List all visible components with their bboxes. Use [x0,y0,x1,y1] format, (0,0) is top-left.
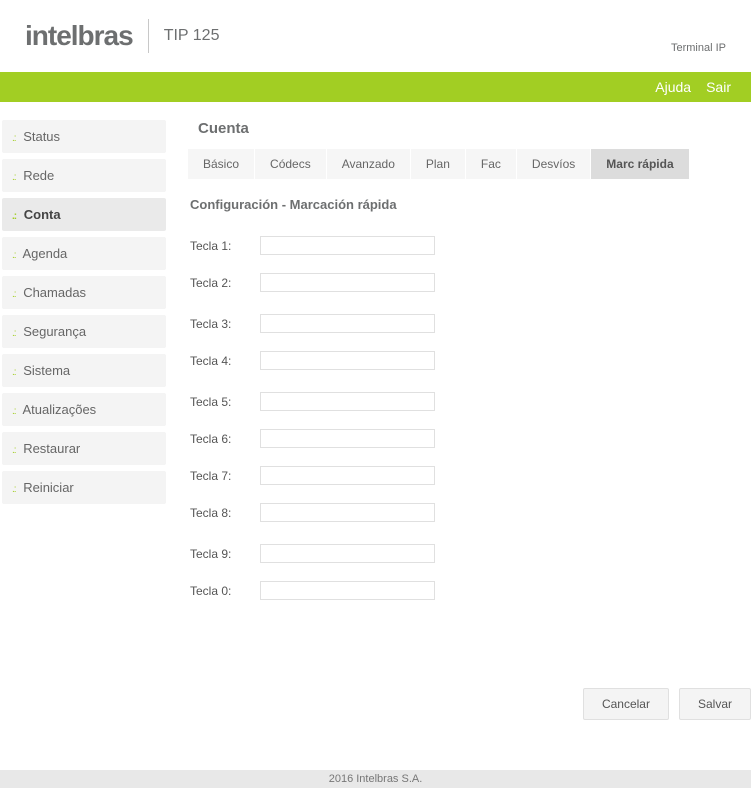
sidebar-item-conta[interactable]: .: Conta [2,198,166,231]
sidebar-item-label: Sistema [23,363,70,378]
sidebar-item-reiniciar[interactable]: .: Reiniciar [2,471,166,504]
input-tecla-8[interactable] [260,503,435,522]
terminal-ip-label: Terminal IP [671,42,726,54]
bullet-icon: .: [12,328,16,339]
sidebar-item-label: Rede [23,168,54,183]
bullet-icon: .: [12,406,16,417]
label-tecla-0: Tecla 0: [190,584,260,598]
label-tecla-2: Tecla 2: [190,276,260,290]
sidebar: .: Status .: Rede .: Conta .: Agenda .: … [0,102,168,770]
form-row-tecla-4: Tecla 4: [190,351,751,370]
tab-desvios[interactable]: Desvíos [517,149,591,179]
bullet-icon: .: [12,367,16,378]
logout-link[interactable]: Sair [706,79,731,95]
tab-plan[interactable]: Plan [411,149,466,179]
form-row-tecla-2: Tecla 2: [190,273,751,292]
page-title: Cuenta [198,120,751,137]
button-row: Cancelar Salvar [583,688,751,720]
sidebar-item-restaurar[interactable]: .: Restaurar [2,432,166,465]
input-tecla-5[interactable] [260,392,435,411]
input-tecla-1[interactable] [260,236,435,255]
header-left: intelbras TIP 125 [25,19,219,53]
tab-basico[interactable]: Básico [188,149,255,179]
label-tecla-8: Tecla 8: [190,506,260,520]
help-link[interactable]: Ajuda [655,79,691,95]
label-tecla-9: Tecla 9: [190,547,260,561]
bullet-icon: .: [12,250,16,261]
content-area: Cuenta Básico Códecs Avanzado Plan Fac D… [168,102,751,770]
model-prefix: TIP [164,27,189,44]
sidebar-item-rede[interactable]: .: Rede [2,159,166,192]
cancel-button[interactable]: Cancelar [583,688,669,720]
footer: 2016 Intelbras S.A. [0,770,751,788]
form-row-tecla-6: Tecla 6: [190,429,751,448]
bullet-icon: .: [12,211,16,222]
tab-avanzado[interactable]: Avanzado [327,149,411,179]
input-tecla-0[interactable] [260,581,435,600]
label-tecla-7: Tecla 7: [190,469,260,483]
tab-marc-rapida[interactable]: Marc rápida [591,149,689,179]
bullet-icon: .: [12,289,16,300]
save-button[interactable]: Salvar [679,688,751,720]
sidebar-item-chamadas[interactable]: .: Chamadas [2,276,166,309]
section-title: Configuración - Marcación rápida [190,197,751,212]
model-label: TIP 125 [164,27,220,45]
input-tecla-4[interactable] [260,351,435,370]
top-bar: Ajuda Sair [0,72,751,102]
label-tecla-5: Tecla 5: [190,395,260,409]
tab-codecs[interactable]: Códecs [255,149,327,179]
tab-fac[interactable]: Fac [466,149,517,179]
form-row-tecla-1: Tecla 1: [190,236,751,255]
label-tecla-6: Tecla 6: [190,432,260,446]
sidebar-item-label: Segurança [23,324,86,339]
sidebar-item-label: Atualizações [22,402,96,417]
form-row-tecla-8: Tecla 8: [190,503,751,522]
bullet-icon: .: [12,445,16,456]
sidebar-item-label: Reiniciar [23,480,74,495]
label-tecla-1: Tecla 1: [190,239,260,253]
sidebar-item-label: Conta [24,207,61,222]
label-tecla-4: Tecla 4: [190,354,260,368]
header-divider [148,19,149,53]
main-container: .: Status .: Rede .: Conta .: Agenda .: … [0,102,751,770]
header: intelbras TIP 125 Terminal IP [0,0,751,72]
sidebar-item-seguranca[interactable]: .: Segurança [2,315,166,348]
logo: intelbras [25,20,133,52]
sidebar-item-label: Status [23,129,60,144]
input-tecla-9[interactable] [260,544,435,563]
sidebar-item-agenda[interactable]: .: Agenda [2,237,166,270]
sidebar-item-label: Chamadas [23,285,86,300]
sidebar-item-label: Agenda [22,246,67,261]
form-row-tecla-9: Tecla 9: [190,544,751,563]
sidebar-item-atualizacoes[interactable]: .: Atualizações [2,393,166,426]
label-tecla-3: Tecla 3: [190,317,260,331]
input-tecla-7[interactable] [260,466,435,485]
form-row-tecla-3: Tecla 3: [190,314,751,333]
sidebar-item-label: Restaurar [23,441,80,456]
bullet-icon: .: [12,133,16,144]
sidebar-item-status[interactable]: .: Status [2,120,166,153]
sidebar-item-sistema[interactable]: .: Sistema [2,354,166,387]
bullet-icon: .: [12,484,16,495]
form-row-tecla-0: Tecla 0: [190,581,751,600]
form-row-tecla-5: Tecla 5: [190,392,751,411]
form-rows: Tecla 1: Tecla 2: Tecla 3: Tecla 4: Tecl… [190,236,751,600]
model-suffix: 125 [193,27,220,44]
input-tecla-2[interactable] [260,273,435,292]
bullet-icon: .: [12,172,16,183]
input-tecla-6[interactable] [260,429,435,448]
tabs: Básico Códecs Avanzado Plan Fac Desvíos … [188,149,751,179]
form-row-tecla-7: Tecla 7: [190,466,751,485]
input-tecla-3[interactable] [260,314,435,333]
